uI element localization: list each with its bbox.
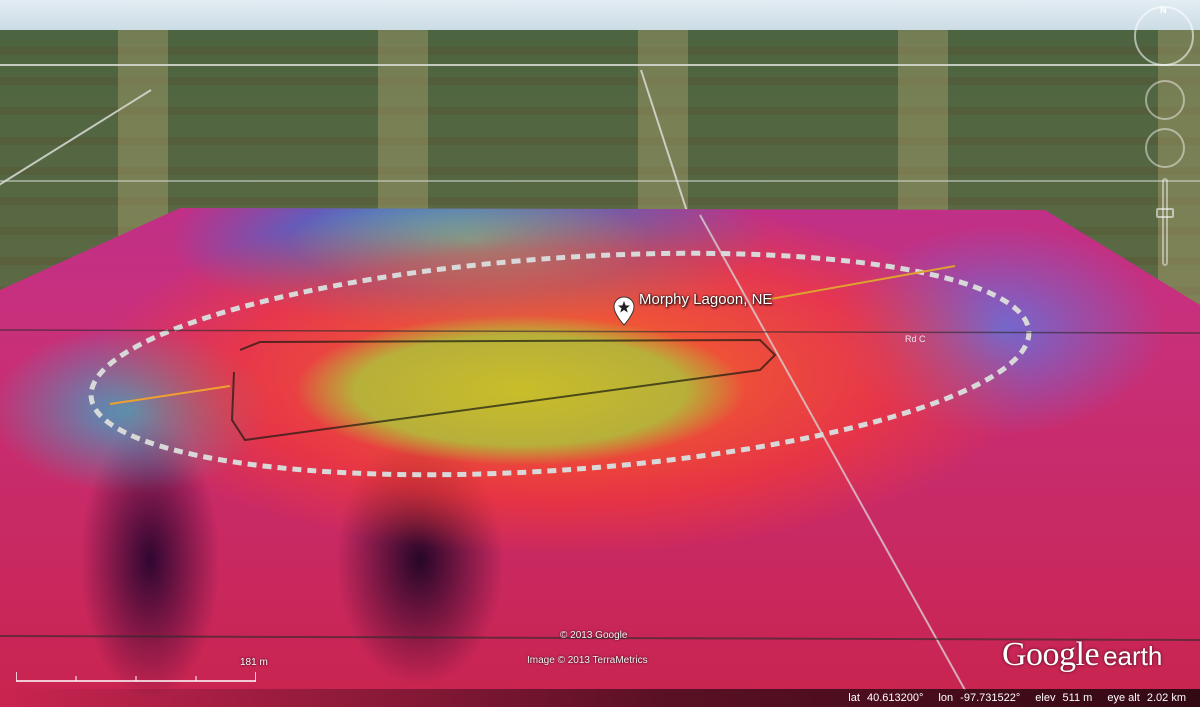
scale-bar — [16, 672, 256, 682]
move-control-icon[interactable] — [1145, 128, 1185, 168]
logo-google: Google — [1002, 636, 1100, 673]
eye-alt-value: 2.02 km — [1146, 692, 1186, 704]
zoom-slider-thumb[interactable] — [1156, 208, 1174, 218]
placemark-label[interactable]: Morphy Lagoon, NE — [639, 291, 772, 308]
scale-label: 181 m — [240, 657, 268, 668]
lagoon-ring: Rd C — [0, 214, 1200, 691]
placemark-pin-icon[interactable] — [613, 296, 635, 326]
compass-north-label: N — [1160, 5, 1167, 15]
logo-earth: earth — [1103, 641, 1163, 671]
google-earth-logo: Google earth — [1002, 636, 1162, 674]
lat-value: 40.613200° — [866, 692, 924, 704]
lat-label: lat — [848, 692, 860, 704]
elev-value: 511 m — [1062, 692, 1093, 704]
imagery-credit: Image © 2013 TerraMetrics — [527, 655, 648, 666]
compass-icon[interactable] — [1134, 6, 1194, 66]
look-control-icon[interactable] — [1145, 80, 1185, 120]
lon-value: -97.731522° — [960, 692, 1021, 704]
lon-label: lon — [938, 692, 954, 704]
eye-alt-label: eye alt — [1107, 692, 1140, 704]
map-viewport[interactable]: Rd C Morphy Lagoon, NE N © 2013 Google I… — [0, 0, 1200, 707]
elev-label: elev — [1035, 692, 1056, 704]
zoom-slider-icon[interactable] — [1162, 178, 1168, 266]
status-readout: lat 40.613200° lon -97.731522° elev 511 … — [844, 692, 1186, 704]
google-copyright: © 2013 Google — [560, 630, 628, 641]
road-label: Rd C — [905, 334, 926, 344]
